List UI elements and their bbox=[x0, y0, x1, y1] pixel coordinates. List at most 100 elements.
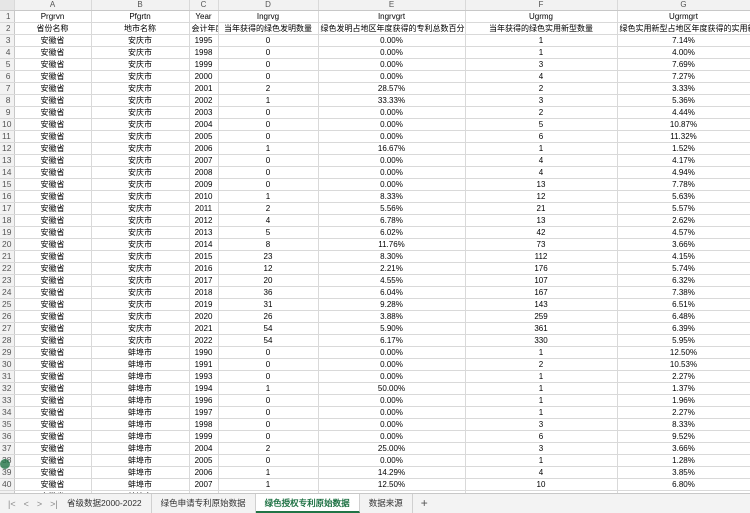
table-cell[interactable]: 1994 bbox=[189, 383, 218, 395]
table-cell[interactable]: 2006 bbox=[189, 467, 218, 479]
table-cell[interactable]: 4.44% bbox=[617, 107, 750, 119]
table-cell[interactable]: 107 bbox=[465, 275, 617, 287]
table-cell[interactable]: 当年获得的绿色发明数量 bbox=[218, 23, 318, 35]
table-cell[interactable]: 2019 bbox=[189, 299, 218, 311]
table-cell[interactable]: 0.00% bbox=[318, 347, 465, 359]
table-cell[interactable]: 2006 bbox=[189, 143, 218, 155]
last-sheet-button[interactable]: >| bbox=[50, 499, 58, 509]
table-cell[interactable]: 1997 bbox=[189, 407, 218, 419]
table-cell[interactable]: 蚌埠市 bbox=[91, 395, 189, 407]
row-header[interactable]: 10 bbox=[0, 119, 14, 131]
table-cell[interactable]: 259 bbox=[465, 311, 617, 323]
table-cell[interactable]: 安庆市 bbox=[91, 251, 189, 263]
table-cell[interactable]: 1 bbox=[465, 455, 617, 467]
table-cell[interactable]: 安庆市 bbox=[91, 155, 189, 167]
table-cell[interactable]: 2003 bbox=[189, 107, 218, 119]
table-cell[interactable]: 0.00% bbox=[318, 155, 465, 167]
table-cell[interactable]: 176 bbox=[465, 263, 617, 275]
table-cell[interactable]: 26 bbox=[218, 311, 318, 323]
table-cell[interactable]: 2 bbox=[218, 443, 318, 455]
table-cell[interactable]: 4 bbox=[218, 215, 318, 227]
table-cell[interactable]: 13 bbox=[465, 179, 617, 191]
row-header[interactable]: 4 bbox=[0, 47, 14, 59]
table-cell[interactable]: 4.55% bbox=[318, 275, 465, 287]
table-cell[interactable]: 5.57% bbox=[617, 203, 750, 215]
table-cell[interactable]: 2014 bbox=[189, 239, 218, 251]
table-cell[interactable]: 2004 bbox=[189, 443, 218, 455]
table-cell[interactable]: 2020 bbox=[189, 311, 218, 323]
table-cell[interactable]: 安庆市 bbox=[91, 203, 189, 215]
table-cell[interactable]: 1 bbox=[465, 407, 617, 419]
table-cell[interactable]: 安庆市 bbox=[91, 47, 189, 59]
row-header[interactable]: 2 bbox=[0, 23, 14, 35]
table-cell[interactable]: 蚌埠市 bbox=[91, 347, 189, 359]
table-cell[interactable]: 0.00% bbox=[318, 371, 465, 383]
row-header[interactable]: 19 bbox=[0, 227, 14, 239]
table-cell[interactable]: 7.78% bbox=[617, 179, 750, 191]
table-cell[interactable]: 1 bbox=[218, 143, 318, 155]
table-cell[interactable]: 10 bbox=[465, 479, 617, 491]
table-cell[interactable]: 8.30% bbox=[318, 251, 465, 263]
table-cell[interactable]: 2 bbox=[218, 83, 318, 95]
table-cell[interactable]: 安徽省 bbox=[14, 227, 91, 239]
table-cell[interactable]: 安徽省 bbox=[14, 119, 91, 131]
table-cell[interactable]: 0.00% bbox=[318, 431, 465, 443]
table-cell[interactable]: 0.00% bbox=[318, 395, 465, 407]
table-cell[interactable]: 安徽省 bbox=[14, 335, 91, 347]
row-header[interactable]: 36 bbox=[0, 431, 14, 443]
table-cell[interactable]: 2002 bbox=[189, 95, 218, 107]
table-cell[interactable]: 6.80% bbox=[617, 479, 750, 491]
table-cell[interactable]: Pfgrtn bbox=[91, 11, 189, 23]
table-cell[interactable]: 安徽省 bbox=[14, 347, 91, 359]
table-cell[interactable]: Ingrvg bbox=[218, 11, 318, 23]
table-cell[interactable]: 1996 bbox=[189, 395, 218, 407]
table-cell[interactable]: 安庆市 bbox=[91, 119, 189, 131]
table-cell[interactable]: 50.00% bbox=[318, 383, 465, 395]
table-cell[interactable]: 安徽省 bbox=[14, 275, 91, 287]
table-cell[interactable]: 8 bbox=[218, 239, 318, 251]
row-header[interactable]: 6 bbox=[0, 71, 14, 83]
table-cell[interactable]: 0 bbox=[218, 419, 318, 431]
table-cell[interactable]: 4 bbox=[465, 467, 617, 479]
row-header[interactable]: 13 bbox=[0, 155, 14, 167]
table-cell[interactable]: 1991 bbox=[189, 359, 218, 371]
table-cell[interactable]: 73 bbox=[465, 239, 617, 251]
table-cell[interactable]: 5.74% bbox=[617, 263, 750, 275]
table-cell[interactable]: 2.27% bbox=[617, 371, 750, 383]
row-header[interactable]: 31 bbox=[0, 371, 14, 383]
table-cell[interactable]: 36 bbox=[218, 287, 318, 299]
table-cell[interactable]: 安徽省 bbox=[14, 359, 91, 371]
table-cell[interactable]: 安庆市 bbox=[91, 215, 189, 227]
table-cell[interactable]: 1993 bbox=[189, 371, 218, 383]
table-cell[interactable]: 蚌埠市 bbox=[91, 407, 189, 419]
table-cell[interactable]: 5 bbox=[218, 227, 318, 239]
table-cell[interactable]: 2005 bbox=[189, 455, 218, 467]
table-cell[interactable]: 54 bbox=[218, 323, 318, 335]
table-cell[interactable]: 安庆市 bbox=[91, 35, 189, 47]
table-cell[interactable]: 安庆市 bbox=[91, 263, 189, 275]
table-cell[interactable]: 蚌埠市 bbox=[91, 455, 189, 467]
table-cell[interactable]: 安徽省 bbox=[14, 179, 91, 191]
row-header[interactable]: 26 bbox=[0, 311, 14, 323]
table-cell[interactable]: 0.00% bbox=[318, 107, 465, 119]
table-cell[interactable]: 330 bbox=[465, 335, 617, 347]
table-cell[interactable]: 1 bbox=[465, 47, 617, 59]
table-cell[interactable]: 1.28% bbox=[617, 455, 750, 467]
sheet-tab-data-source[interactable]: 数据来源 bbox=[360, 494, 413, 513]
row-header[interactable]: 28 bbox=[0, 335, 14, 347]
table-cell[interactable]: Year bbox=[189, 11, 218, 23]
table-cell[interactable]: Prgrvn bbox=[14, 11, 91, 23]
table-cell[interactable]: 安徽省 bbox=[14, 311, 91, 323]
table-cell[interactable]: 4.00% bbox=[617, 47, 750, 59]
table-cell[interactable]: 安庆市 bbox=[91, 287, 189, 299]
table-cell[interactable]: 蚌埠市 bbox=[91, 371, 189, 383]
sheet-tab-provincial[interactable]: 省级数据2000-2022 bbox=[58, 494, 152, 513]
table-cell[interactable]: 2008 bbox=[189, 167, 218, 179]
sheet-tab-green-granted[interactable]: 绿色授权专利原始数据 bbox=[256, 494, 360, 513]
table-cell[interactable]: 11.76% bbox=[318, 239, 465, 251]
table-cell[interactable]: 1 bbox=[218, 467, 318, 479]
table-cell[interactable]: 0 bbox=[218, 155, 318, 167]
table-cell[interactable]: 3.66% bbox=[617, 239, 750, 251]
table-cell[interactable]: 7.38% bbox=[617, 287, 750, 299]
table-cell[interactable]: 16.67% bbox=[318, 143, 465, 155]
